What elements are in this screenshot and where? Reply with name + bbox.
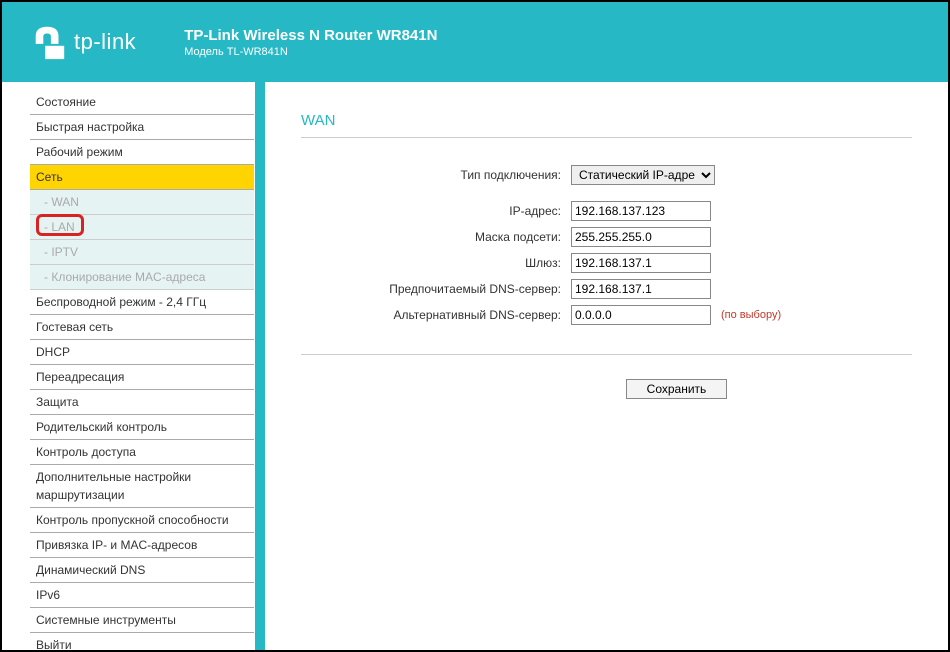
save-button[interactable]: Сохранить [626,379,728,399]
sidebar-item-dhcp[interactable]: DHCP [30,340,254,365]
sidebar-item-network[interactable]: Сеть [30,165,254,190]
sidebar-sub-lan[interactable]: - LAN [30,215,254,240]
sidebar-item-ipmac[interactable]: Привязка IP- и MAC-адресов [30,533,254,558]
header: tp-link TP-Link Wireless N Router WR841N… [2,2,948,82]
sidebar-item-systools[interactable]: Системные инструменты [30,608,254,633]
sidebar-item-routing[interactable]: Дополнительные настройки маршрутизации [30,465,254,508]
main-content: WAN Тип подключения: Статический IP-адре… [265,82,948,650]
sidebar-item-parental[interactable]: Родительский контроль [30,415,254,440]
sidebar-item-quicksetup[interactable]: Быстрая настройка [30,115,254,140]
sidebar-sub-wan[interactable]: - WAN [30,190,254,215]
input-mask[interactable] [571,227,711,247]
brand-logo: tp-link [30,23,136,61]
input-gw[interactable] [571,253,711,273]
sidebar-sub-macclone[interactable]: - Клонирование MAC-адреса [30,265,254,290]
label-dns1: Предпочитаемый DNS-сервер: [301,282,571,296]
sidebar-item-wireless[interactable]: Беспроводной режим - 2,4 ГГц [30,290,254,315]
page-title: WAN [301,112,912,138]
sidebar-item-status[interactable]: Состояние [30,90,254,115]
sidebar-item-mode[interactable]: Рабочий режим [30,140,254,165]
sidebar-item-guest[interactable]: Гостевая сеть [30,315,254,340]
label-dns2: Альтернативный DNS-сервер: [301,308,571,322]
wan-form: Тип подключения: Статический IP-адрес IP… [301,164,912,326]
label-mask: Маска подсети: [301,230,571,244]
input-dns2[interactable] [571,305,711,325]
input-ip[interactable] [571,201,711,221]
header-titles: TP-Link Wireless N Router WR841N Модель … [184,27,437,58]
product-title: TP-Link Wireless N Router WR841N [184,27,437,44]
sidebar-item-ipv6[interactable]: IPv6 [30,583,254,608]
hint-dns2: (по выбору) [721,309,781,321]
sidebar-item-access[interactable]: Контроль доступа [30,440,254,465]
separator [255,82,265,650]
brand-text: tp-link [74,29,136,55]
label-gw: Шлюз: [301,256,571,270]
product-model: Модель TL-WR841N [184,46,437,58]
label-ip: IP-адрес: [301,204,571,218]
tplink-logo-icon [30,23,68,61]
divider [301,354,912,355]
sidebar-item-ddns[interactable]: Динамический DNS [30,558,254,583]
label-conn-type: Тип подключения: [301,168,571,182]
input-dns1[interactable] [571,279,711,299]
sidebar-item-logout[interactable]: Выйти [30,633,254,650]
sidebar-item-security[interactable]: Защита [30,390,254,415]
sidebar: Состояние Быстрая настройка Рабочий режи… [2,82,255,650]
sidebar-item-bandwidth[interactable]: Контроль пропускной способности [30,508,254,533]
sidebar-sub-iptv[interactable]: - IPTV [30,240,254,265]
select-conn-type[interactable]: Статический IP-адрес [571,165,715,185]
sidebar-sub-lan-label: - LAN [44,220,75,234]
sidebar-item-forwarding[interactable]: Переадресация [30,365,254,390]
